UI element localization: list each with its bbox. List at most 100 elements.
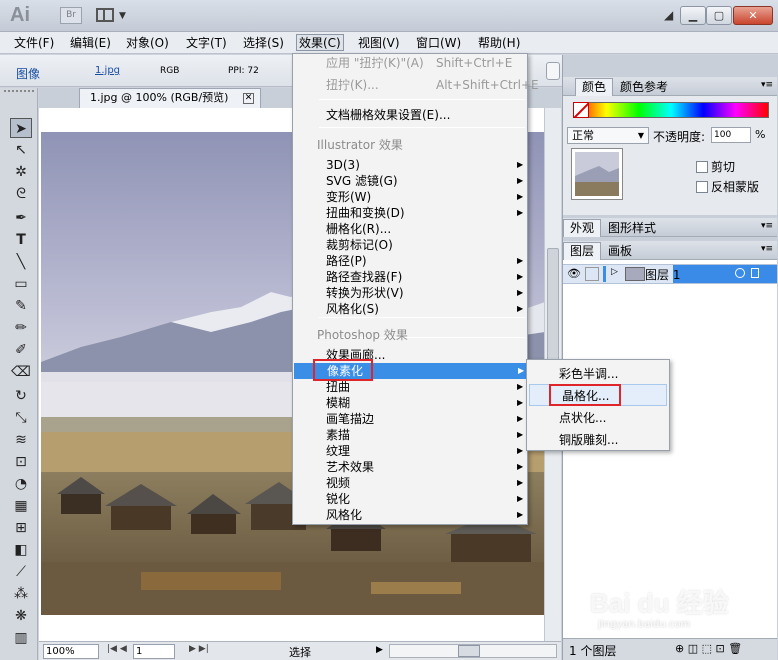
effect-menu-item-17[interactable]: 画笔描边 ▶ — [293, 411, 527, 427]
close-icon[interactable]: ✕ — [243, 93, 254, 104]
perspective-grid-tool-icon[interactable]: ▦ — [10, 496, 32, 516]
pixelate-submenu-item-0[interactable]: 彩色半调... — [527, 363, 669, 385]
artboard-number-field[interactable]: 1 — [133, 644, 175, 659]
tab-appearance[interactable]: 外观 — [563, 219, 602, 237]
invert-mask-checkbox[interactable]: 反相蒙版 — [696, 178, 759, 195]
menu-0[interactable]: 文件(F) — [12, 35, 56, 52]
target-icon[interactable] — [735, 268, 745, 278]
selection-tool-icon[interactable]: ➤ — [10, 118, 32, 138]
nav-first-prev-icon[interactable]: |◀ ◀ — [107, 644, 127, 654]
type-tool-icon[interactable]: T — [10, 230, 32, 250]
effect-menu-item-7[interactable]: 栅格化(R)... — [293, 221, 527, 237]
effect-menu-item-6[interactable]: 扭曲和变换(D) ▶ — [293, 205, 527, 221]
toolbar-grip[interactable] — [4, 90, 34, 98]
nav-next-last-icon[interactable]: ▶ ▶| — [189, 644, 209, 654]
opacity-field[interactable]: 100 — [711, 127, 751, 143]
tab-graphic-styles[interactable]: 图形样式 — [601, 219, 663, 237]
tab-color-guide[interactable]: 颜色参考 — [613, 78, 675, 96]
scale-tool-icon[interactable]: ⤡ — [10, 408, 32, 428]
rotate-tool-icon[interactable]: ↻ — [10, 386, 32, 406]
tab-color[interactable]: 颜色 — [575, 78, 614, 96]
menu-2[interactable]: 对象(O) — [124, 35, 171, 52]
pen-tool-icon[interactable]: ✒ — [10, 208, 32, 228]
menu-7[interactable]: 窗口(W) — [414, 35, 463, 52]
symbol-sprayer-tool-icon[interactable]: ❋ — [10, 606, 32, 626]
eraser-tool-icon[interactable]: ⌫ — [10, 362, 32, 382]
selection-indicator[interactable] — [751, 268, 759, 278]
effect-menu-item-19[interactable]: 纹理 ▶ — [293, 443, 527, 459]
pin-icon[interactable]: ◢ — [664, 8, 673, 22]
horizontal-scroll-thumb[interactable] — [458, 645, 480, 657]
warp-tool-icon[interactable]: ≋ — [10, 430, 32, 450]
effect-menu-item-16[interactable]: 模糊 ▶ — [293, 395, 527, 411]
lock-toggle[interactable] — [585, 267, 599, 281]
panel-menu-icon[interactable]: ▾≡ — [761, 80, 773, 90]
zoom-field[interactable]: 100% — [43, 644, 99, 659]
blob-brush-tool-icon[interactable]: ✐ — [10, 340, 32, 360]
pencil-tool-icon[interactable]: ✏ — [10, 318, 32, 338]
mesh-tool-icon[interactable]: ⊞ — [10, 518, 32, 538]
pixelate-submenu-item-2[interactable]: 点状化... — [527, 407, 669, 429]
bridge-button[interactable]: Br — [60, 7, 82, 24]
magic-wand-tool-icon[interactable]: ✲ — [10, 162, 32, 182]
line-tool-icon[interactable]: ╲ — [10, 252, 32, 272]
effect-menu-item-3[interactable]: 3D(3) ▶ — [293, 157, 527, 173]
effect-menu-item-label: 风格化 — [326, 508, 363, 522]
gradient-tool-icon[interactable]: ◧ — [10, 540, 32, 560]
none-swatch[interactable] — [573, 102, 589, 118]
column-graph-tool-icon[interactable]: ▥ — [10, 628, 32, 648]
effect-menu-item-2[interactable]: 文档栅格效果设置(E)... — [293, 107, 527, 123]
tab-artboards[interactable]: 画板 — [601, 242, 639, 260]
effect-menu-item-18[interactable]: 素描 ▶ — [293, 427, 527, 443]
free-transform-tool-icon[interactable]: ⊡ — [10, 452, 32, 472]
effect-menu-item-4[interactable]: SVG 滤镜(G) ▶ — [293, 173, 527, 189]
maximize-button[interactable]: ▢ — [706, 6, 732, 25]
paintbrush-tool-icon[interactable]: ✎ — [10, 296, 32, 316]
color-spectrum[interactable] — [573, 102, 769, 118]
close-button[interactable]: ✕ — [733, 6, 773, 25]
effect-menu-item-21[interactable]: 视频 ▶ — [293, 475, 527, 491]
menu-1[interactable]: 编辑(E) — [68, 35, 113, 52]
minimize-button[interactable]: ▁ — [680, 6, 706, 25]
effect-menu-item-12[interactable]: 风格化(S) ▶ — [293, 301, 527, 317]
disclosure-triangle-icon[interactable]: ▷ — [611, 267, 618, 277]
panel-menu-icon[interactable]: ▾≡ — [761, 221, 773, 231]
control-dropdown[interactable] — [546, 62, 560, 80]
transparency-thumbnail[interactable] — [571, 148, 623, 200]
effect-menu-item-11[interactable]: 转换为形状(V) ▶ — [293, 285, 527, 301]
layer-row[interactable]: 👁 ▷ 图层 1 — [563, 264, 777, 284]
effect-menu-item-10[interactable]: 路径查找器(F) ▶ — [293, 269, 527, 285]
effect-menu-item-22[interactable]: 锐化 ▶ — [293, 491, 527, 507]
menu-5[interactable]: 效果(C) — [296, 34, 344, 51]
document-tab[interactable]: 1.jpg @ 100% (RGB/预览) ✕ — [79, 88, 261, 108]
menu-3[interactable]: 文字(T) — [184, 35, 229, 52]
panel-menu-icon[interactable]: ▾≡ — [761, 244, 773, 254]
arrange-documents-button[interactable]: ▼ — [96, 7, 132, 24]
eye-icon[interactable]: 👁 — [567, 267, 581, 280]
rectangle-tool-icon[interactable]: ▭ — [10, 274, 32, 294]
direct-selection-tool-icon[interactable]: ↖ — [10, 140, 32, 160]
submenu-arrow-icon: ▶ — [517, 462, 524, 471]
menu-6[interactable]: 视图(V) — [356, 35, 402, 52]
effect-menu-item-8[interactable]: 裁剪标记(O) — [293, 237, 527, 253]
effect-menu-item-23[interactable]: 风格化 ▶ — [293, 507, 527, 523]
status-menu-icon[interactable]: ▶ — [376, 645, 383, 655]
horizontal-scrollbar[interactable] — [389, 644, 557, 658]
effect-menu-item-15[interactable]: 扭曲 ▶ — [293, 379, 527, 395]
tab-layers[interactable]: 图层 — [563, 242, 602, 260]
shape-builder-tool-icon[interactable]: ◔ — [10, 474, 32, 494]
pixelate-submenu-item-3[interactable]: 铜版雕刻... — [527, 429, 669, 451]
blend-tool-icon[interactable]: ⁂ — [10, 584, 32, 604]
layers-footer-icons[interactable]: ⊕ ◫ ⬚ ⊡ 🗑 — [675, 642, 742, 655]
clip-checkbox[interactable]: 剪切 — [696, 158, 735, 175]
menu-8[interactable]: 帮助(H) — [476, 35, 522, 52]
eyedropper-tool-icon[interactable]: ⟋ — [10, 562, 32, 582]
menu-4[interactable]: 选择(S) — [241, 35, 286, 52]
blend-mode-select[interactable]: 正常 ▼ — [567, 127, 649, 144]
effect-menu-item-20[interactable]: 艺术效果 ▶ — [293, 459, 527, 475]
layer-name[interactable]: 图层 1 — [645, 266, 680, 283]
effect-menu-item-5[interactable]: 变形(W) ▶ — [293, 189, 527, 205]
control-file-link[interactable]: 1.jpg — [95, 65, 120, 76]
lasso-tool-icon[interactable]: ᘓ — [10, 184, 32, 204]
effect-menu-item-9[interactable]: 路径(P) ▶ — [293, 253, 527, 269]
